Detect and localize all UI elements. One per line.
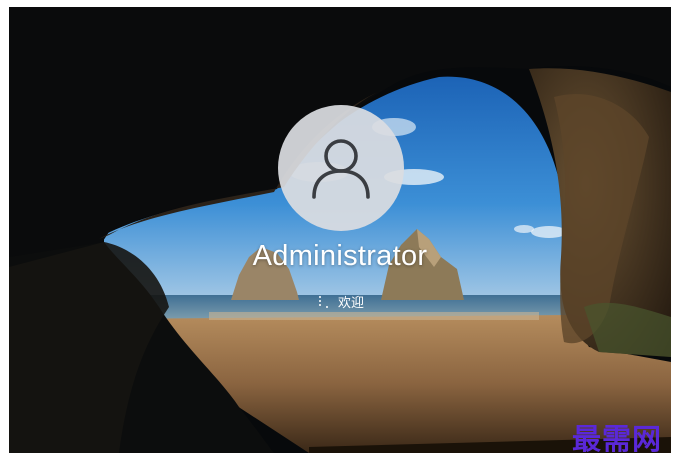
site-watermark: 最需网 <box>571 422 662 456</box>
welcome-status: 欢迎 <box>9 292 671 311</box>
user-silhouette-icon <box>312 139 370 199</box>
loading-spinner-icon <box>316 294 332 310</box>
login-screen: Administrator 欢迎 <box>9 7 671 453</box>
user-name: Administrator <box>252 240 428 272</box>
user-avatar[interactable] <box>278 105 404 231</box>
welcome-text: 欢迎 <box>337 296 364 311</box>
